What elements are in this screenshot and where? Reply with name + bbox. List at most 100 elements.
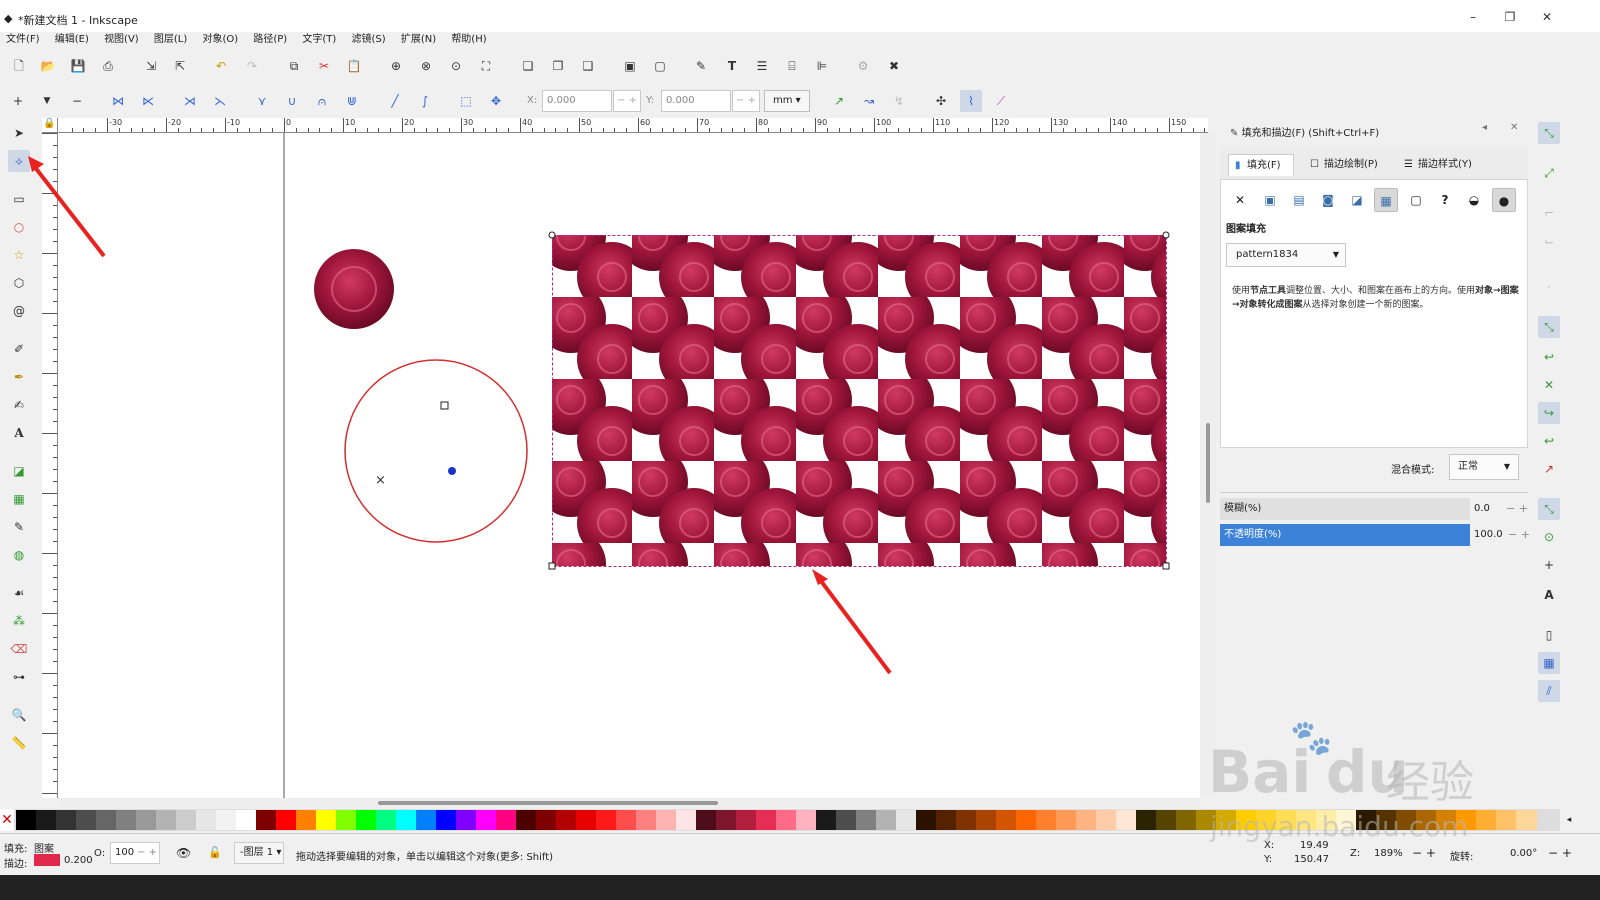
color-swatch[interactable] — [1096, 810, 1117, 830]
vertical-scrollbar[interactable] — [1200, 133, 1216, 798]
color-swatch[interactable] — [176, 810, 197, 830]
color-swatch[interactable] — [996, 810, 1017, 830]
menu-filters[interactable]: 滤镜(S) — [345, 31, 391, 49]
connector-tool-icon[interactable]: ⊶ — [8, 666, 30, 688]
color-swatch[interactable] — [856, 810, 877, 830]
corner-node[interactable] — [1162, 562, 1170, 570]
pattern-source-circle[interactable] — [344, 359, 528, 543]
unlink-clone-icon[interactable]: ❑ — [577, 55, 599, 77]
color-swatch[interactable] — [816, 810, 837, 830]
snap-page-border-icon[interactable]: ▯ — [1538, 624, 1560, 646]
pattern-rotate-handle[interactable] — [448, 467, 456, 475]
maximize-button[interactable]: ❐ — [1497, 8, 1523, 26]
snap-rotation-center-icon[interactable]: + — [1538, 554, 1560, 576]
join-nodes-icon[interactable]: ⋈ — [107, 90, 129, 112]
color-swatch[interactable] — [756, 810, 777, 830]
color-swatch[interactable] — [776, 810, 797, 830]
tab-stroke-paint[interactable]: ☐ 描边绘制(P) — [1306, 154, 1388, 176]
menu-text[interactable]: 文字(T) — [296, 31, 342, 49]
color-swatch[interactable] — [1336, 810, 1357, 830]
snap-midpoints-icon[interactable]: ↗ — [1538, 458, 1560, 480]
redo-icon[interactable]: ↷ — [241, 55, 263, 77]
show-outline-icon[interactable]: ⟋ — [990, 90, 1012, 112]
color-swatch[interactable] — [36, 810, 57, 830]
ungroup-icon[interactable]: ▢ — [649, 55, 671, 77]
break-path-icon[interactable]: ⋉ — [137, 90, 159, 112]
corner-node[interactable] — [548, 562, 556, 570]
stroke-color-swatch[interactable] — [34, 854, 60, 866]
color-swatch[interactable] — [976, 810, 997, 830]
blend-mode-select[interactable]: 正常 ▼ — [1449, 454, 1519, 480]
rotate-value[interactable]: 0.00° — [1510, 848, 1537, 859]
color-swatch[interactable] — [1256, 810, 1277, 830]
export-icon[interactable]: ⇱ — [169, 55, 191, 77]
menu-help[interactable]: 帮助(H) — [445, 31, 492, 49]
zoom-stepper[interactable]: − + — [1412, 846, 1436, 860]
save-icon[interactable]: 💾 — [67, 55, 89, 77]
layers-icon[interactable]: ☰ — [751, 55, 773, 77]
snap-toggle-icon[interactable]: ⤡ — [1538, 122, 1560, 144]
toggle-lock-icon[interactable]: 🔓 — [208, 846, 222, 859]
eraser-tool-icon[interactable]: ⌫ — [8, 638, 30, 660]
color-swatch[interactable] — [1056, 810, 1077, 830]
color-swatch[interactable] — [1136, 810, 1157, 830]
color-swatch[interactable] — [676, 810, 697, 830]
snap-cusp-icon[interactable]: ↪ — [1538, 402, 1560, 424]
blur-value[interactable]: 0.0 — [1474, 498, 1490, 520]
color-swatch[interactable] — [896, 810, 917, 830]
color-swatch[interactable] — [656, 810, 677, 830]
dropper-tool-icon[interactable]: ✎ — [8, 516, 30, 538]
color-swatch[interactable] — [516, 810, 537, 830]
snap-grids-icon[interactable]: ▦ — [1538, 652, 1560, 674]
text-font-icon[interactable]: T — [721, 55, 743, 77]
y-stepper[interactable]: − + — [732, 90, 760, 112]
fill-rule-nonzero-icon[interactable]: ● — [1492, 188, 1516, 212]
tab-fill[interactable]: ▮ 填充(F) — [1228, 154, 1294, 176]
unset-paint-icon[interactable]: ? — [1433, 188, 1457, 212]
paint-bucket-tool-icon[interactable]: ◍ — [8, 544, 30, 566]
group-icon[interactable]: ▣ — [619, 55, 641, 77]
color-swatch[interactable] — [456, 810, 477, 830]
color-swatch[interactable] — [1516, 810, 1537, 830]
color-swatch[interactable] — [936, 810, 957, 830]
color-swatch[interactable] — [496, 810, 517, 830]
menu-edit[interactable]: 编辑(E) — [49, 31, 95, 49]
minimize-button[interactable]: – — [1460, 8, 1486, 26]
fill-rule-evenodd-icon[interactable]: ◒ — [1462, 188, 1486, 212]
color-swatch[interactable] — [96, 810, 117, 830]
color-swatch[interactable] — [1276, 810, 1297, 830]
insert-node-icon[interactable]: + — [7, 90, 29, 112]
measure-tool-icon[interactable]: 📏 — [8, 732, 30, 754]
snap-smooth-icon[interactable]: ↩ — [1538, 430, 1560, 452]
horizontal-scroll-thumb[interactable] — [378, 801, 718, 805]
snap-bbox-edge-icon[interactable]: ⌐ — [1538, 202, 1560, 224]
pencil-tool-icon[interactable]: ✐ — [8, 338, 30, 360]
color-swatch[interactable] — [1216, 810, 1237, 830]
stroke-width-value[interactable]: 0.200 — [64, 855, 93, 866]
rotate-stepper[interactable]: − + — [1548, 846, 1572, 860]
color-swatch[interactable] — [876, 810, 897, 830]
selector-tool-icon[interactable]: ➤ — [8, 122, 30, 144]
new-document-icon[interactable]: 🗋 — [8, 55, 30, 77]
copy-icon[interactable]: ⧉ — [283, 55, 305, 77]
drawing-canvas[interactable]: × — [58, 133, 1200, 798]
3d-box-tool-icon[interactable]: ⬡ — [8, 272, 30, 294]
object-to-path-icon[interactable]: ⬚ — [455, 90, 477, 112]
snap-intersections-icon[interactable]: ✕ — [1538, 374, 1560, 396]
stroke-to-path-icon[interactable]: ✥ — [485, 90, 507, 112]
color-swatch[interactable] — [536, 810, 557, 830]
insert-node-dropdown-icon[interactable]: ▼ — [36, 90, 58, 112]
menu-file[interactable]: 文件(F) — [0, 31, 46, 49]
lock-guides-icon[interactable]: 🔒 — [42, 118, 58, 133]
color-swatch[interactable] — [396, 810, 417, 830]
color-swatch[interactable] — [236, 810, 257, 830]
line-segment-icon[interactable]: ╱ — [384, 90, 406, 112]
color-swatch[interactable] — [1316, 810, 1337, 830]
flower-circle[interactable] — [314, 249, 394, 329]
color-swatch[interactable] — [1416, 810, 1437, 830]
horizontal-scrollbar[interactable] — [58, 798, 1200, 808]
toggle-visibility-icon[interactable]: 👁 — [176, 846, 191, 860]
color-swatch[interactable] — [556, 810, 577, 830]
swatch-icon[interactable]: ▢ — [1404, 188, 1428, 212]
join-segment-icon[interactable]: ⋊ — [179, 90, 201, 112]
